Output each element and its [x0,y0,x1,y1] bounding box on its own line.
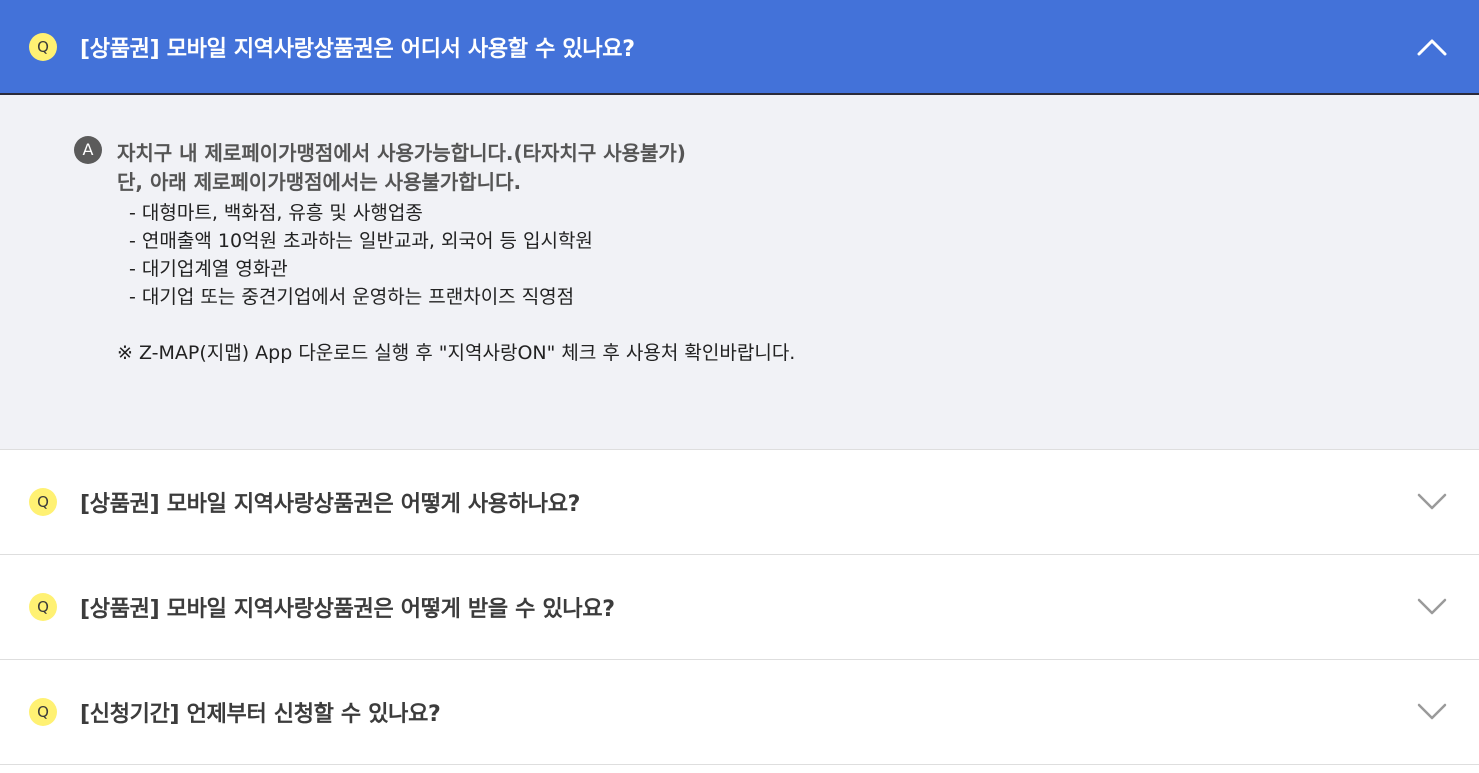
exclusion-item: - 대형마트, 백화점, 유흥 및 사행업종 [129,202,423,224]
a-badge: A [74,136,102,164]
faq-question[interactable]: Q [신청기간] 언제부터 신청할 수 있나요? [0,660,1479,765]
exclusion-item: - 연매출액 10억원 초과하는 일반교과, 외국어 등 입시학원 [129,230,593,252]
faq-question-text: [신청기간] 언제부터 신청할 수 있나요? [80,702,441,727]
chevron-down-icon[interactable] [1417,598,1447,616]
faq-question-text: [상품권] 모바일 지역사랑상품권은 어떻게 받을 수 있나요? [80,597,615,622]
faq-question-text: [상품권] 모바일 지역사랑상품권은 어디서 사용할 수 있나요? [80,36,635,62]
q-badge: Q [29,32,57,61]
q-badge: Q [29,698,57,726]
answer-body: 자치구 내 제로페이가맹점에서 사용가능합니다.(타자치구 사용불가) 단, 아… [117,137,795,367]
q-badge: Q [29,488,57,516]
faq-question-text: [상품권] 모바일 지역사랑상품권은 어떻게 사용하나요? [80,492,581,517]
faq-answer-panel: A 자치구 내 제로페이가맹점에서 사용가능합니다.(타자치구 사용불가) 단,… [0,95,1479,450]
exclusion-item: - 대기업 또는 중견기업에서 운영하는 프랜차이즈 직영점 [129,286,575,308]
faq-question[interactable]: Q [상품권] 모바일 지역사랑상품권은 어떻게 사용하나요? [0,450,1479,555]
exclusion-list: - 대형마트, 백화점, 유흥 및 사행업종 - 연매출액 10억원 초과하는 … [117,199,795,311]
exclusion-item: - 대기업계열 영화관 [129,258,288,280]
chevron-up-icon[interactable] [1417,38,1447,56]
chevron-down-icon[interactable] [1417,703,1447,721]
answer-line: 자치구 내 제로페이가맹점에서 사용가능합니다.(타자치구 사용불가) [117,141,686,165]
answer-note: ※ Z-MAP(지맵) App 다운로드 실행 후 "지역사랑ON" 체크 후 … [117,342,796,364]
faq-list: Q [상품권] 모바일 지역사랑상품권은 어디서 사용할 수 있나요? A 자치… [0,0,1479,765]
q-badge: Q [29,593,57,621]
chevron-down-icon[interactable] [1417,493,1447,511]
answer-line: 단, 아래 제로페이가맹점에서는 사용불가합니다. [117,170,522,194]
faq-question[interactable]: Q [상품권] 모바일 지역사랑상품권은 어떻게 받을 수 있나요? [0,555,1479,660]
faq-question-open[interactable]: Q [상품권] 모바일 지역사랑상품권은 어디서 사용할 수 있나요? [0,0,1479,95]
